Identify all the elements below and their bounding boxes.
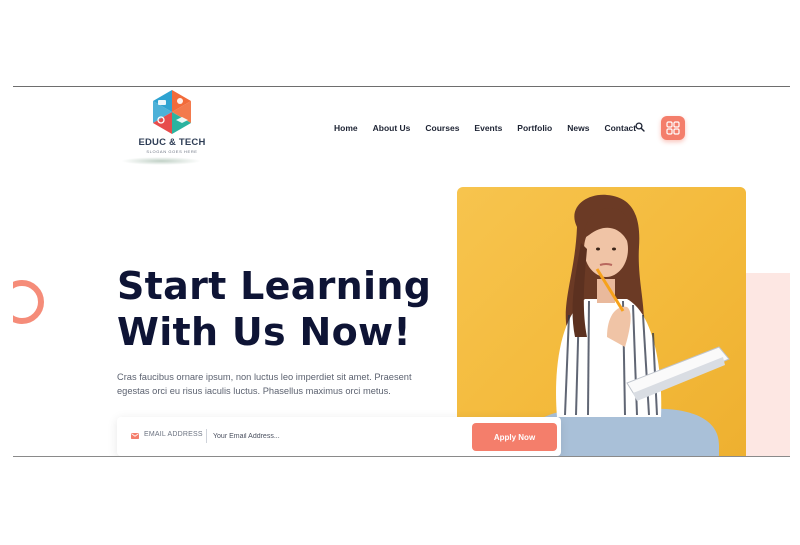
- logo-slogan: SLOGAN GOES HERE: [146, 149, 198, 154]
- page-frame: EDUC & TECH SLOGAN GOES HERE Home About …: [13, 86, 790, 457]
- hero-description: Cras faucibus ornare ipsum, non luctus l…: [117, 372, 412, 396]
- hero-title-line-2: With Us Now!: [117, 310, 412, 354]
- nav-item-contact[interactable]: Contact: [604, 123, 636, 133]
- student-illustration: [517, 194, 730, 456]
- apply-now-button[interactable]: Apply Now: [472, 423, 557, 451]
- decorative-ring: [13, 280, 44, 324]
- nav-item-courses[interactable]: Courses: [425, 123, 459, 133]
- logo-name: EDUC & TECH: [138, 137, 206, 148]
- logo-hexagon-icon: [153, 90, 191, 134]
- nav-item-about-us[interactable]: About Us: [373, 123, 411, 133]
- field-divider: [206, 429, 207, 443]
- email-label: EMAIL ADDRESS: [144, 431, 203, 438]
- logo[interactable]: EDUC & TECH SLOGAN GOES HERE: [129, 89, 215, 167]
- hero-title: Start Learning With Us Now!: [117, 263, 447, 355]
- main-nav: Home About Us Courses Events Portfolio N…: [334, 123, 651, 133]
- subscribe-form: EMAIL ADDRESS Apply Now: [117, 417, 561, 456]
- nav-item-events[interactable]: Events: [474, 123, 502, 133]
- hero-title-line-1: Start Learning: [117, 264, 432, 308]
- mail-icon: [131, 433, 139, 439]
- menu-grid-button[interactable]: [661, 116, 685, 140]
- decorative-panel: [746, 273, 790, 456]
- nav-item-home[interactable]: Home: [334, 123, 358, 133]
- search-icon[interactable]: [635, 122, 645, 132]
- email-input[interactable]: [213, 427, 453, 445]
- nav-item-portfolio[interactable]: Portfolio: [517, 123, 552, 133]
- grid-icon: [666, 121, 680, 135]
- nav-item-news[interactable]: News: [567, 123, 589, 133]
- hero-image: [457, 187, 746, 456]
